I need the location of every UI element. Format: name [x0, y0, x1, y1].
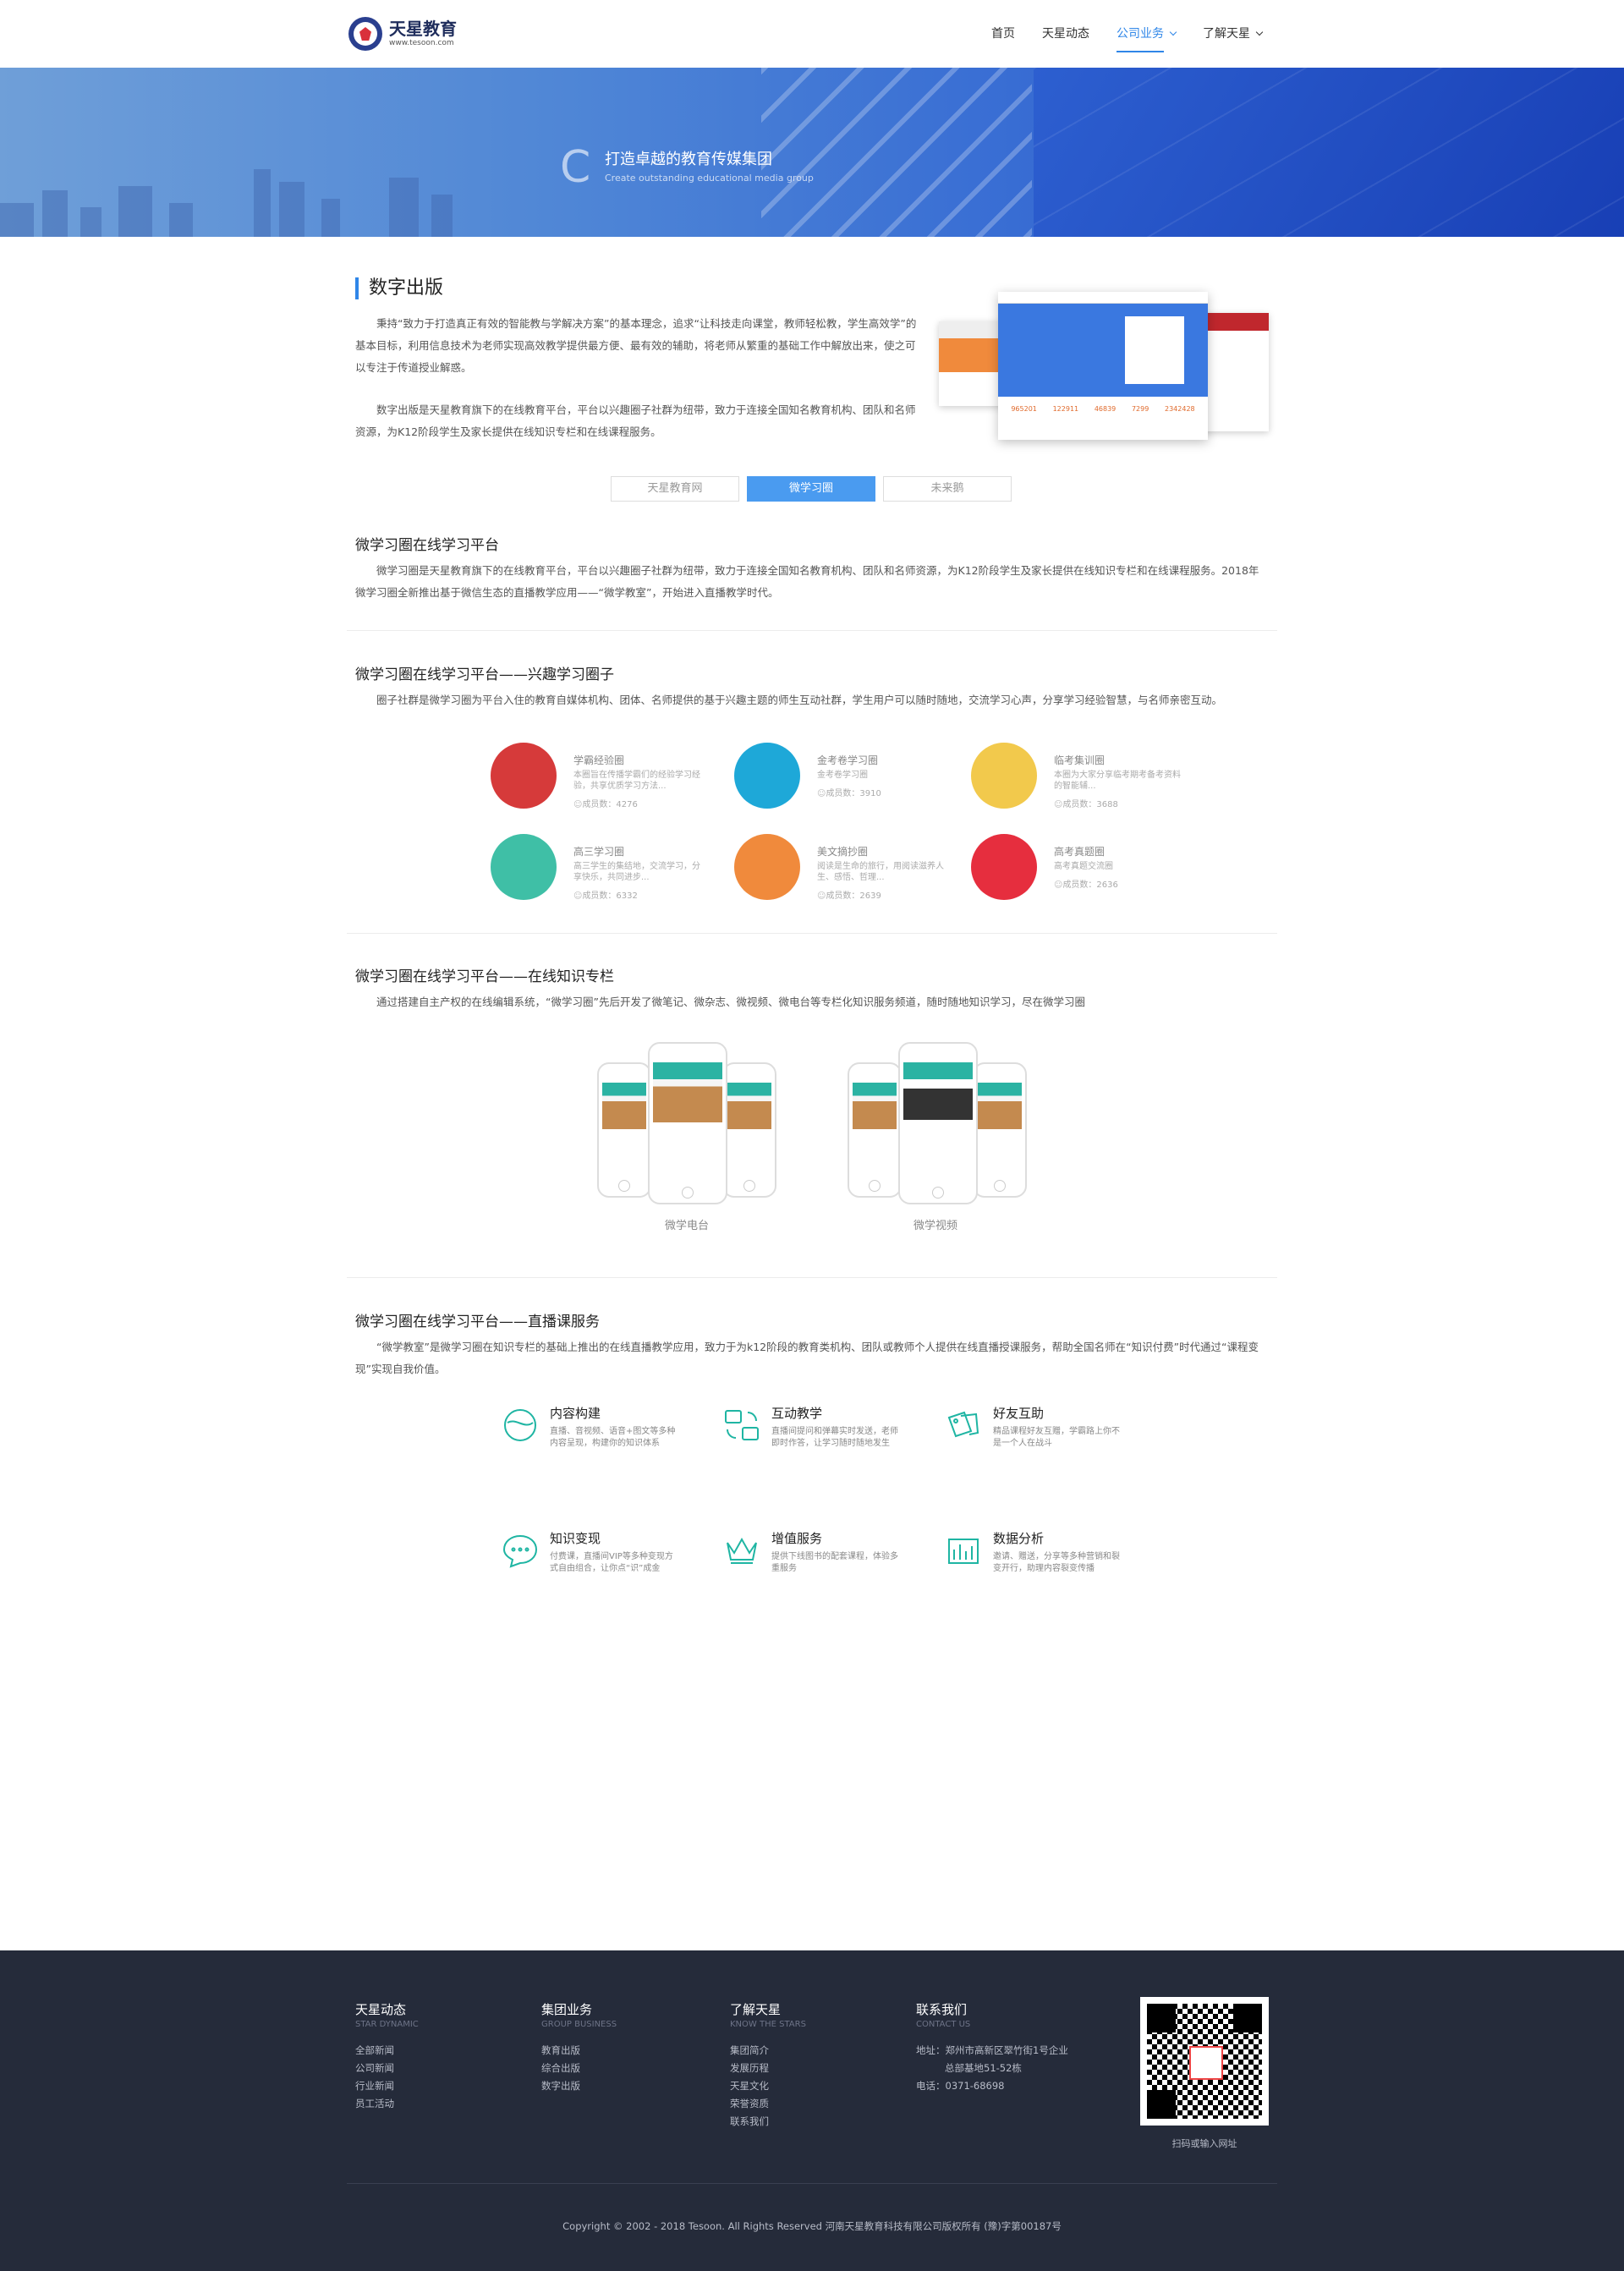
s2-text: 圈子社群是微学习圈为平台入住的教育自媒体机构、团体、名师提供的基于兴趣主题的师生…	[376, 694, 1223, 706]
ruler-icon	[971, 743, 1037, 809]
circle-card[interactable]: 美文摘抄圈阅读是生命的旅行，用阅读滋养人生、感悟、哲理...成员数：2639	[734, 834, 954, 901]
banner-letter: C	[560, 142, 591, 193]
footer-col-contact: 联系我们 CONTACT US 地址：郑州市高新区翠竹街1号企业 总部基地51-…	[916, 2001, 1068, 2095]
banner-title: 打造卓越的教育传媒集团	[605, 151, 772, 168]
footer-link[interactable]: 天星文化	[730, 2077, 806, 2095]
banner-subtitle: Create outstanding educational media gro…	[605, 173, 814, 184]
qr-code-icon	[1140, 1997, 1269, 2126]
glass-facade-graphic	[1034, 68, 1624, 237]
divider	[347, 630, 1277, 631]
s3-text: 通过搭建自主产权的在线编辑系统，“微学习圈”先后开发了微笔记、微杂志、微视频、微…	[376, 996, 1085, 1008]
phone-mockups-video	[848, 1042, 1034, 1204]
feature-item: 知识变现 付费课，直播间VIP等多种变现方式自由组合，让你点“识”成金	[499, 1529, 710, 1575]
monetize-icon	[499, 1529, 541, 1572]
footer-link[interactable]: 数字出版	[541, 2077, 617, 2095]
feature-item: 互动教学 直播间提问和弹幕实时发送，老师即时作答，让学习随时随地发生	[721, 1404, 932, 1450]
phone-caption: 微学电台	[665, 1220, 710, 1232]
nav-business[interactable]: 公司业务	[1103, 0, 1189, 68]
site-header: 天星教育 www.tesoon.com 首页 天星动态 公司业务 了解天星	[0, 0, 1624, 68]
logo-title: 天星教育	[389, 19, 457, 39]
interaction-icon	[721, 1404, 763, 1446]
footer-link[interactable]: 公司新闻	[355, 2060, 419, 2077]
intro-paragraph-1: 秉持“致力于打造真正有效的智能教与学解决方案”的基本理念，追求“让科技走向课堂，…	[355, 317, 917, 374]
circle-card[interactable]: 金考卷学习圈金考卷学习圈成员数：3910	[734, 743, 954, 809]
fist-icon	[491, 743, 557, 809]
contact-address: 地址：郑州市高新区翠竹街1号企业	[916, 2044, 1068, 2056]
contact-address-line2: 总部基地51-52栋	[945, 2062, 1022, 2074]
qr-caption: 扫码或输入网址	[1171, 2138, 1237, 2149]
circle-card[interactable]: 临考集训圈本圈为大家分享临考期考备考资料的智能辅...成员数：3688	[971, 743, 1191, 809]
chart-icon	[942, 1529, 985, 1572]
footer-col-business: 集团业务 GROUP BUSINESS 教育出版 综合出版 数字出版	[541, 2001, 617, 2095]
feature-item: 数据分析 邀请、赠送，分享等多种营销和裂变开行，助理内容裂变传播	[942, 1529, 1154, 1575]
exam-paper-icon	[971, 834, 1037, 900]
feature-item: 增值服务 提供下线图书的配套课程，体验多重服务	[721, 1529, 932, 1575]
copyright: Copyright © 2002 - 2018 Tesoon. All Righ…	[562, 2220, 1062, 2232]
content-icon	[499, 1404, 541, 1446]
hero-banner: C 打造卓越的教育传媒集团 Create outstanding educati…	[0, 68, 1624, 237]
site-footer: 天星动态 STAR DYNAMIC 全部新闻 公司新闻 行业新闻 员工活动 集团…	[0, 1950, 1624, 2271]
s3-title: 微学习圈在线学习平台——在线知识专栏	[355, 968, 614, 985]
nav-news[interactable]: 天星动态	[1029, 0, 1103, 68]
feature-item: 好友互助 精品课程好友互赠，学霸路上你不是一个人在战斗	[942, 1404, 1154, 1450]
tab-tesoon-net[interactable]: 天星教育网	[611, 476, 739, 502]
footer-link[interactable]: 全部新闻	[355, 2042, 419, 2060]
footer-link[interactable]: 荣誉资质	[730, 2095, 806, 2113]
intro-paragraph-2: 数字出版是天星教育旗下的在线教育平台，平台以兴趣圈子社群为纽带，致力于连接全国知…	[355, 403, 916, 438]
footer-divider	[347, 2183, 1277, 2184]
platform-tabs: 天星教育网 微学习圈 未来鹅	[611, 476, 1012, 502]
footer-link[interactable]: 员工活动	[355, 2095, 419, 2113]
phone-mockups-radio	[597, 1042, 783, 1204]
nav-about[interactable]: 了解天星	[1189, 0, 1276, 68]
footer-link[interactable]: 集团简介	[730, 2042, 806, 2060]
footer-link[interactable]: 行业新闻	[355, 2077, 419, 2095]
tab-micro-circle[interactable]: 微学习圈	[747, 476, 875, 502]
main-screenshot: 965201 122911 46839 7299 2342428	[998, 292, 1208, 440]
feature-item: 内容构建 直播、音视频、语音+图文等多种内容呈现，构建你的知识体系	[499, 1404, 710, 1450]
nav-home[interactable]: 首页	[978, 0, 1029, 68]
footer-col-news: 天星动态 STAR DYNAMIC 全部新闻 公司新闻 行业新闻 员工活动	[355, 2001, 419, 2113]
logo-url: www.tesoon.com	[389, 39, 454, 47]
phone-caption: 微学视频	[914, 1220, 958, 1232]
s2-title: 微学习圈在线学习平台——兴趣学习圈子	[355, 666, 614, 683]
circle-card[interactable]: 高考真题圈高考真题交流圈成员数：2636	[971, 834, 1191, 900]
footer-col-about: 了解天星 KNOW THE STARS 集团简介 发展历程 天星文化 荣誉资质 …	[730, 2001, 806, 2131]
footer-link[interactable]: 联系我们	[730, 2113, 806, 2131]
main-nav: 首页 天星动态 公司业务 了解天星	[978, 0, 1276, 68]
s4-title: 微学习圈在线学习平台——直播课服务	[355, 1314, 600, 1330]
footer-link[interactable]: 教育出版	[541, 2042, 617, 2060]
pen-note-icon	[734, 834, 800, 900]
divider	[347, 933, 1277, 934]
platform-screenshots: 965201 122911 46839 7299 2342428	[939, 292, 1269, 444]
chevron-down-icon	[1255, 28, 1264, 36]
footer-link[interactable]: 综合出版	[541, 2060, 617, 2077]
contact-phone: 电话：0371-68698	[916, 2080, 1005, 2092]
notebook-icon	[734, 743, 800, 809]
s1-text: 微学习圈是天星教育旗下的在线教育平台，平台以兴趣圈子社群为纽带，致力于连接全国知…	[355, 564, 1259, 599]
circle-card[interactable]: 学霸经验圈本圈旨在传播学霸们的经验学习经验，共享优质学习方法...成员数：427…	[491, 743, 710, 809]
tab-future-goose[interactable]: 未来鹅	[883, 476, 1012, 502]
logo-emblem-icon	[348, 17, 382, 51]
s4-text: “微学教室”是微学习圈在知识专栏的基础上推出的在线直播教学应用，致力于为k12阶…	[355, 1341, 1259, 1375]
city-skyline-graphic	[0, 161, 474, 237]
section-heading: 数字出版	[355, 277, 443, 299]
divider	[347, 1277, 1277, 1278]
logo[interactable]: 天星教育 www.tesoon.com	[348, 17, 457, 51]
circle-card[interactable]: 高三学习圈高三学生的集结地，交流学习，分享快乐，共同进步...成员数：6332	[491, 834, 710, 901]
footer-link[interactable]: 发展历程	[730, 2060, 806, 2077]
friends-icon	[942, 1404, 985, 1446]
crown-icon	[721, 1529, 763, 1572]
architecture-graphic	[761, 68, 1032, 237]
s1-title: 微学习圈在线学习平台	[355, 537, 499, 554]
paper-plane-icon	[491, 834, 557, 900]
chevron-down-icon	[1169, 28, 1177, 36]
